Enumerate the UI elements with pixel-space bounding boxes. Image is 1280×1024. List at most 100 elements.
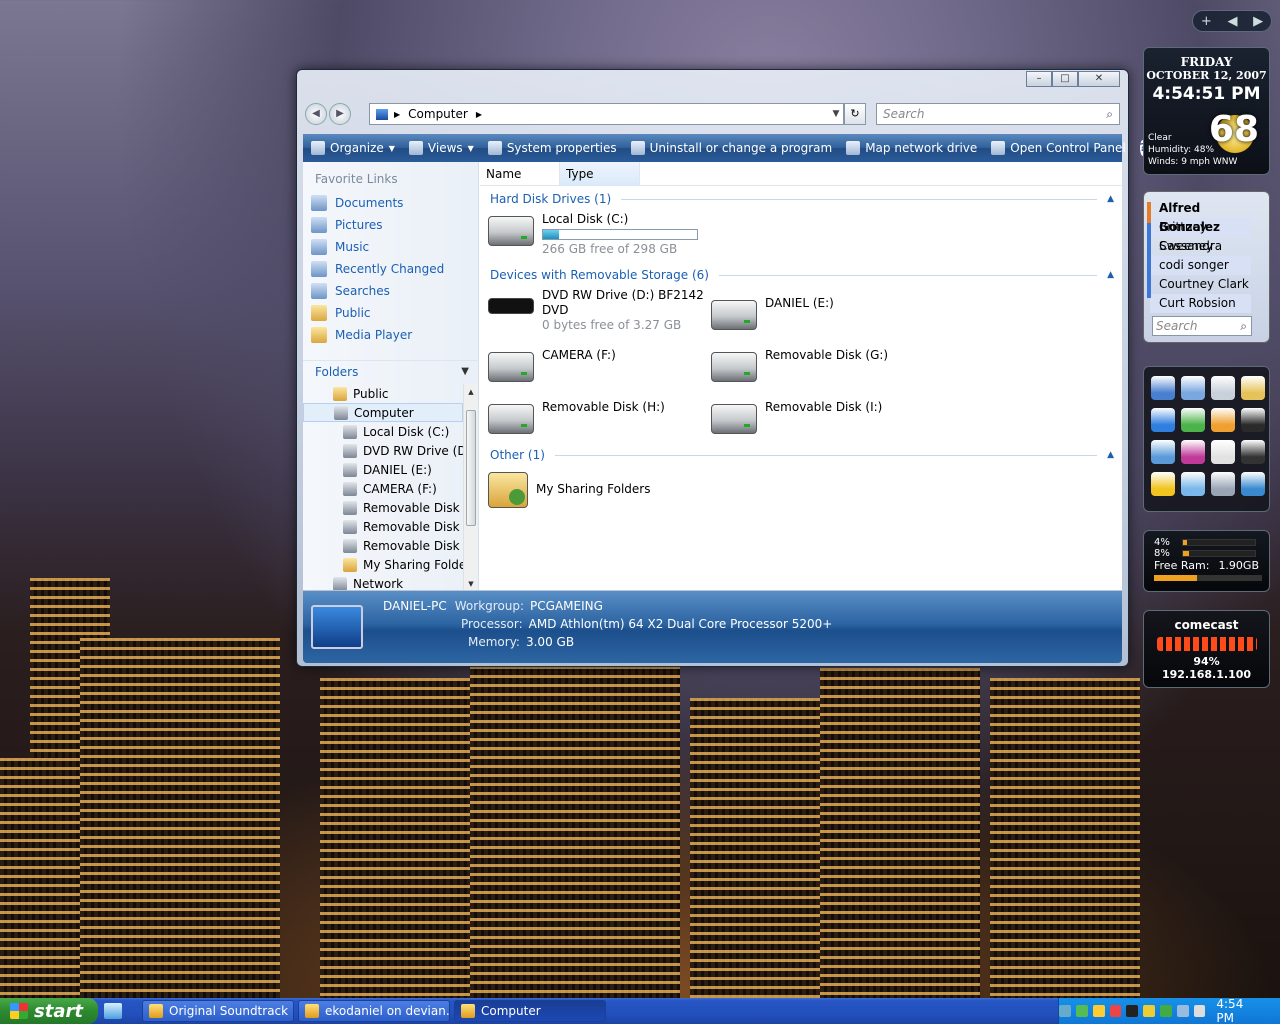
favorite-link-documents[interactable]: Documents xyxy=(303,192,478,214)
open-control-panel-button[interactable]: Open Control Panel xyxy=(991,141,1126,155)
recycle-bin-icon[interactable] xyxy=(1211,376,1235,400)
drive-i[interactable]: Removable Disk (I:) xyxy=(711,400,882,434)
collapse-icon[interactable]: ▲ xyxy=(1107,450,1114,460)
search-input[interactable]: Search ⌕ xyxy=(876,103,1120,125)
back-button[interactable]: ◀ xyxy=(305,103,327,125)
tree-item[interactable]: Removable Disk (H:) xyxy=(303,517,463,536)
drive-d[interactable]: DVD RW Drive (D:) BF2142 DVD 0 bytes fre… xyxy=(488,288,704,333)
column-name[interactable]: Name xyxy=(480,162,560,186)
app-tray-icon-3[interactable] xyxy=(1143,1005,1155,1017)
collapse-icon[interactable]: ▲ xyxy=(1107,270,1114,280)
scroll-up-icon[interactable]: ▲ xyxy=(464,388,478,396)
contact-item[interactable]: Curt Robsion xyxy=(1150,294,1251,313)
taskbar-button[interactable]: Original Soundtrack xyxy=(142,1000,294,1022)
tree-item[interactable]: DANIEL (E:) xyxy=(303,460,463,479)
close-button[interactable]: ✕ xyxy=(1078,71,1120,87)
messenger-tray-icon[interactable] xyxy=(1059,1005,1071,1017)
minimize-button[interactable]: – xyxy=(1026,71,1052,87)
clock-weather-gadget[interactable]: FRIDAY OCTOBER 12, 2007 4:54:51 PM 68 Cl… xyxy=(1143,47,1270,175)
next-icon[interactable]: ▶ xyxy=(1253,14,1263,29)
drive-c[interactable]: Local Disk (C:) 266 GB free of 298 GB xyxy=(488,212,698,257)
drive-e[interactable]: DANIEL (E:) xyxy=(711,296,834,330)
forward-button[interactable]: ▶ xyxy=(329,103,351,125)
views-button[interactable]: Views ▼ xyxy=(408,141,474,155)
tree-item[interactable]: Computer xyxy=(303,403,463,422)
previous-icon[interactable]: ◀ xyxy=(1227,14,1237,29)
favorite-link-searches[interactable]: Searches xyxy=(303,280,478,302)
drive-icon[interactable] xyxy=(1241,376,1265,400)
address-bar[interactable]: ▶ Computer ▶ ▼ xyxy=(369,103,844,125)
tree-item[interactable]: Local Disk (C:) xyxy=(303,422,463,441)
my-sharing-folders[interactable]: My Sharing Folders xyxy=(488,468,651,508)
messenger-icon[interactable] xyxy=(1151,440,1175,464)
computer-icon[interactable] xyxy=(1151,376,1175,400)
favorite-link-pictures[interactable]: Pictures xyxy=(303,214,478,236)
tree-item[interactable]: Network xyxy=(303,574,463,590)
group-other[interactable]: Other (1) ▲ xyxy=(490,446,1114,464)
network-icon[interactable] xyxy=(1241,440,1265,464)
add-gadget-button[interactable]: + xyxy=(1201,14,1212,29)
volume-icon[interactable] xyxy=(1193,1005,1206,1017)
map-network-drive-button[interactable]: Map network drive xyxy=(846,141,977,155)
checkmark-tray-icon[interactable] xyxy=(1159,1005,1172,1017)
taskbar-button[interactable]: ekodaniel on devian... xyxy=(298,1000,450,1022)
uninstall-program-button[interactable]: Uninstall or change a program xyxy=(630,141,832,155)
scroll-thumb[interactable] xyxy=(466,410,476,526)
internet-explorer-icon[interactable] xyxy=(1151,408,1175,432)
weather-icon[interactable] xyxy=(1181,472,1205,496)
breadcrumb-computer[interactable]: Computer xyxy=(408,107,468,121)
documents-icon[interactable] xyxy=(1181,376,1205,400)
network-tray-icon[interactable] xyxy=(1075,1005,1088,1017)
windows-media-icon[interactable] xyxy=(1181,408,1205,432)
tree-item[interactable]: My Sharing Folders xyxy=(303,555,463,574)
search-icon[interactable]: ⌕ xyxy=(1106,107,1113,122)
contact-item[interactable]: codi songer xyxy=(1150,256,1251,275)
drive-f[interactable]: CAMERA (F:) xyxy=(488,348,616,382)
drive-h[interactable]: Removable Disk (H:) xyxy=(488,400,665,434)
show-desktop-icon[interactable] xyxy=(104,1003,122,1019)
contact-item[interactable]: Alfred Gonzalez xyxy=(1150,199,1251,234)
app-tray-icon[interactable] xyxy=(1109,1005,1122,1017)
media-player-icon[interactable] xyxy=(1211,408,1235,432)
start-button[interactable]: start xyxy=(0,998,98,1024)
screen-icon[interactable] xyxy=(1241,472,1265,496)
folders-header[interactable]: Folders ▼ xyxy=(303,360,479,382)
tree-item[interactable]: DVD RW Drive (D:) xyxy=(303,441,463,460)
taskbar-button[interactable]: Computer xyxy=(454,1000,606,1022)
emoticon-tray-icon[interactable] xyxy=(1092,1005,1105,1017)
search-icon[interactable]: ⌕ xyxy=(1240,317,1247,335)
app-tray-icon-2[interactable] xyxy=(1126,1005,1139,1017)
favorite-link-recently-changed[interactable]: Recently Changed xyxy=(303,258,478,280)
yahoo-icon[interactable] xyxy=(1181,440,1205,464)
group-removable-storage[interactable]: Devices with Removable Storage (6) ▲ xyxy=(490,266,1114,284)
tree-item[interactable]: Removable Disk (G:) xyxy=(303,498,463,517)
tree-item[interactable]: Public xyxy=(303,384,463,403)
tree-item[interactable]: Removable Disk (I:) xyxy=(303,536,463,555)
address-dropdown-icon[interactable]: ▼ xyxy=(829,109,843,119)
drive-g[interactable]: Removable Disk (G:) xyxy=(711,348,888,382)
collapse-icon[interactable]: ▲ xyxy=(1107,194,1114,204)
group-hard-disk-drives[interactable]: Hard Disk Drives (1) ▲ xyxy=(490,190,1114,208)
photo-icon[interactable] xyxy=(1241,408,1265,432)
favorite-link-music[interactable]: Music xyxy=(303,236,478,258)
maximize-button[interactable]: □ xyxy=(1052,71,1078,87)
contact-item[interactable]: Courtney Clark xyxy=(1150,275,1251,294)
network-connection-icon[interactable] xyxy=(1176,1005,1189,1017)
contact-item[interactable]: Cassandra xyxy=(1150,237,1251,256)
contacts-search-input[interactable]: Search ⌕ xyxy=(1152,316,1252,336)
refresh-icon[interactable]: ↻ xyxy=(844,103,866,125)
system-properties-button[interactable]: System properties xyxy=(487,141,617,155)
emoticon-icon[interactable] xyxy=(1211,440,1235,464)
organize-button[interactable]: Organize ▼ xyxy=(311,141,395,155)
column-type[interactable]: Type xyxy=(560,162,640,186)
favorite-link-public[interactable]: Public xyxy=(303,302,478,324)
aim-icon[interactable] xyxy=(1151,472,1175,496)
tree-item-label: Local Disk (C:) xyxy=(363,424,450,439)
tree-scrollbar[interactable]: ▲ ▼ xyxy=(463,384,477,590)
scroll-down-icon[interactable]: ▼ xyxy=(464,580,478,588)
headset-icon[interactable] xyxy=(1211,472,1235,496)
favorite-link-media-player[interactable]: Media Player xyxy=(303,324,478,346)
contact-item[interactable]: Brittney Sweeney xyxy=(1150,218,1251,253)
tree-item[interactable]: CAMERA (F:) xyxy=(303,479,463,498)
taskbar-clock[interactable]: 4:54 PM xyxy=(1216,997,1264,1024)
